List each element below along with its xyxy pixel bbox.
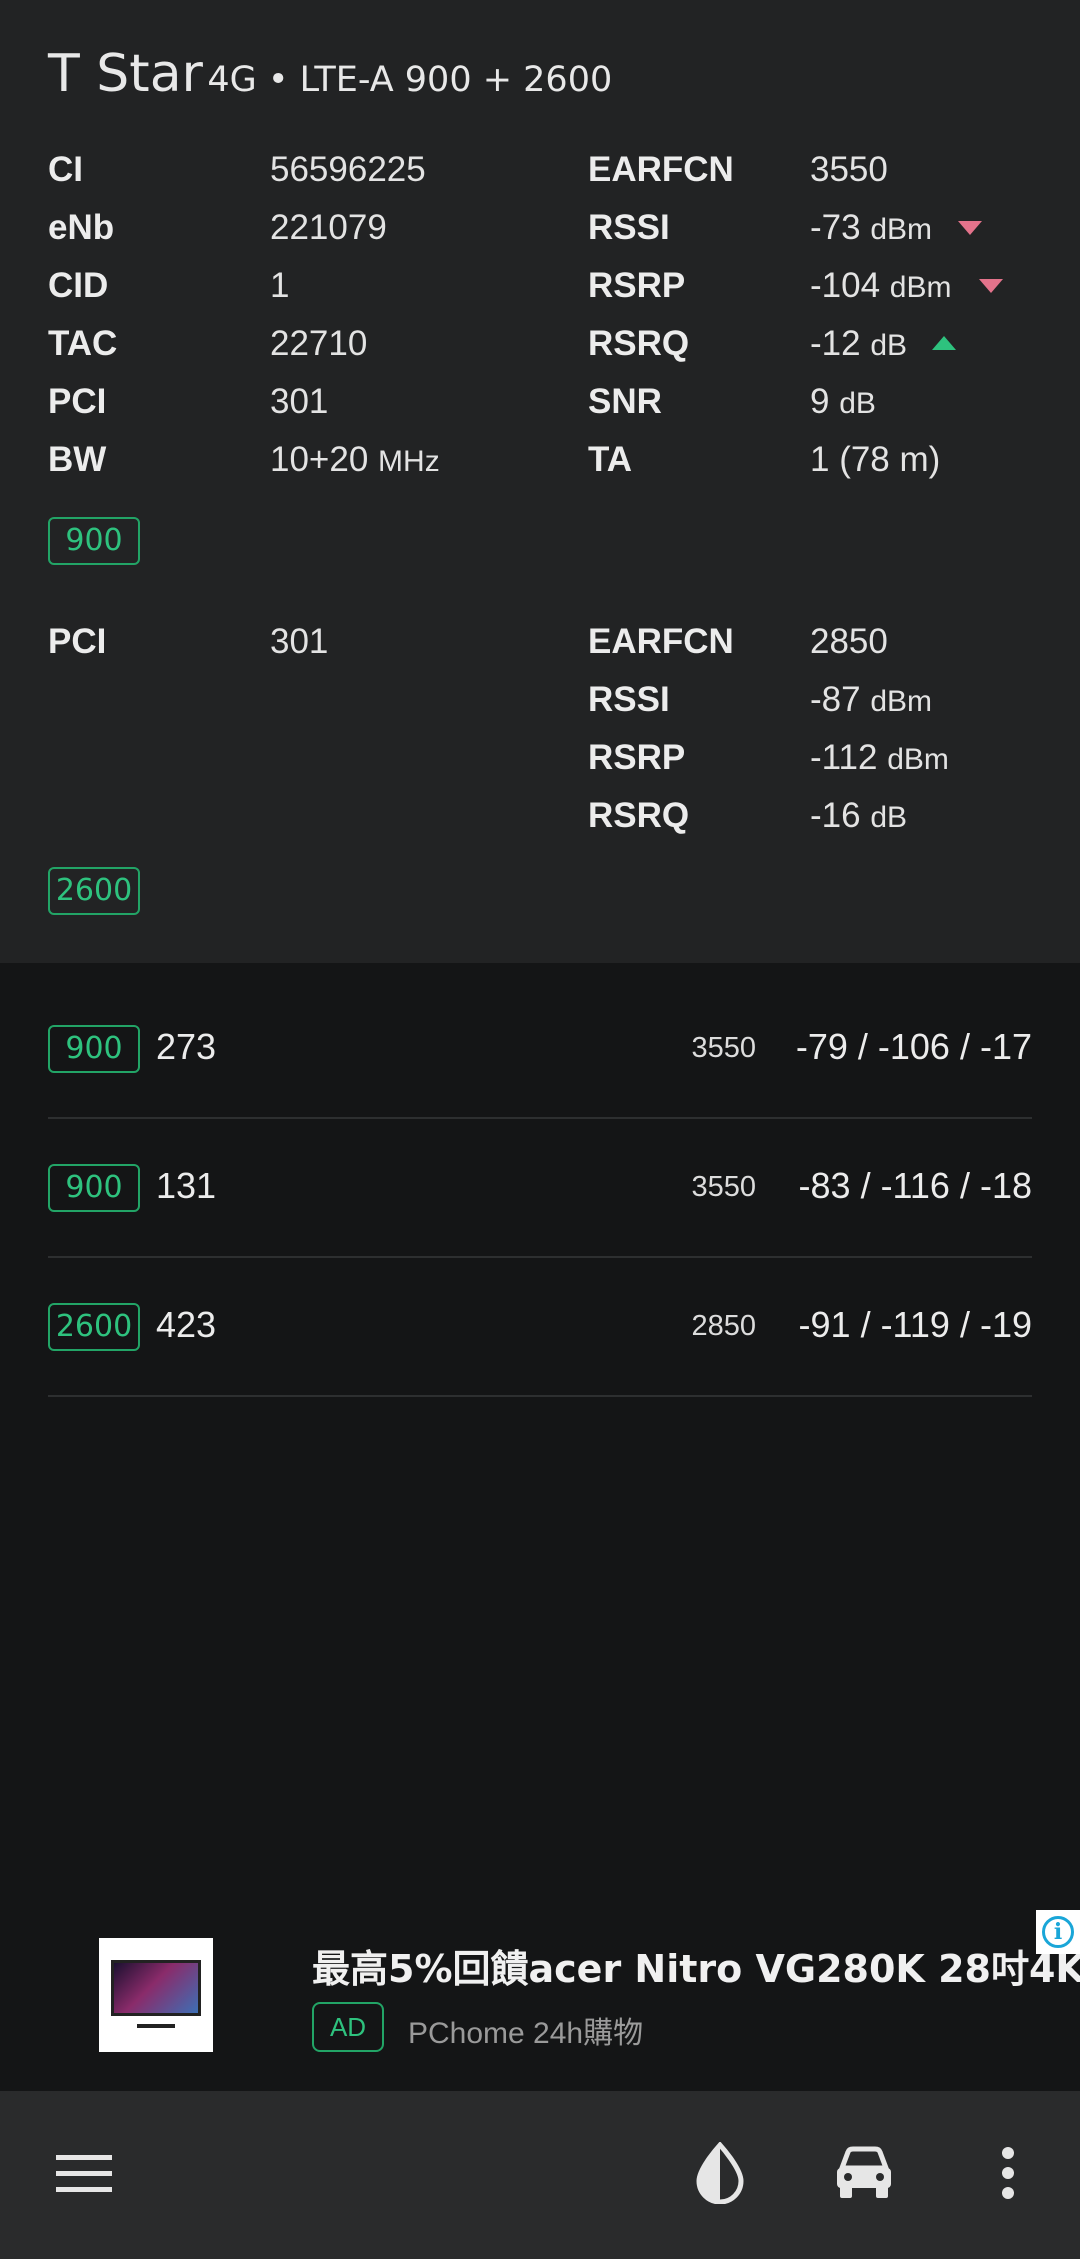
value-snr-wrap: 9 dB — [810, 382, 876, 424]
label-scell-rsrp: RSRP — [588, 738, 686, 777]
neighbour-pci: 273 — [156, 1026, 217, 1067]
label-rssi: RSSI — [588, 208, 670, 247]
trend-down-icon — [958, 221, 982, 235]
label-scell-rssi: RSSI — [588, 680, 670, 719]
label-scell-pci: PCI — [48, 622, 107, 661]
ad-title[interactable]: 最高5%回饋acer Nitro VG280K 28吋4K — [312, 1938, 1080, 1993]
monitor-stand — [137, 2018, 175, 2028]
technology-label: 4G • LTE-A 900 + 2600 — [207, 60, 613, 100]
neighbour-row[interactable]: 2600 423 2850 -91 / -119 / -19 — [48, 1258, 1032, 1397]
neighbour-signal: -91 / -119 / -19 — [798, 1304, 1032, 1345]
value-cid: 1 — [270, 266, 290, 305]
water-drop-icon — [696, 2142, 744, 2204]
unit-rssi: dBm — [870, 213, 933, 246]
neighbour-earfcn: 3550 — [691, 1171, 756, 1203]
monitor-image — [111, 1960, 201, 2016]
label-scell-rsrq: RSRQ — [588, 796, 690, 835]
neighbour-signal: -79 / -106 / -17 — [795, 1026, 1032, 1067]
value-scell-rsrq: -16 — [810, 796, 861, 835]
unit-bw: MHz — [378, 445, 440, 478]
value-earfcn: 3550 — [810, 150, 888, 189]
value-rssi: -73 — [810, 208, 861, 247]
label-rsrq: RSRQ — [588, 324, 690, 363]
operator-name: T Star — [48, 44, 203, 104]
value-scell-earfcn: 2850 — [810, 622, 888, 661]
band-badge: 900 — [48, 517, 140, 565]
label-cid: CID — [48, 266, 109, 305]
value-scell-pci: 301 — [270, 622, 329, 661]
value-rssi-wrap: -73 dBm — [810, 208, 932, 250]
value-pci: 301 — [270, 382, 329, 421]
value-rsrp-wrap: -104 dBm — [810, 266, 951, 308]
value-scell-rssi: -87 — [810, 680, 861, 719]
info-icon: i — [1042, 1916, 1074, 1948]
band-badge: 900 — [48, 1025, 140, 1073]
label-earfcn: EARFCN — [588, 150, 734, 189]
value-rsrq: -12 — [810, 324, 861, 363]
car-icon — [837, 2146, 891, 2198]
unit-scell-rsrq: dB — [870, 801, 908, 834]
label-bw: BW — [48, 440, 107, 479]
serving-cell-card: T Star 4G • LTE-A 900 + 2600 CI 56596225… — [0, 0, 1080, 963]
label-snr: SNR — [588, 382, 662, 421]
value-rsrp: -104 — [810, 266, 881, 305]
value-ci: 56596225 — [270, 150, 426, 189]
band-badge: 900 — [48, 1164, 140, 1212]
ad-source[interactable]: PChome 24h購物 — [408, 2008, 643, 2052]
unit-rsrq: dB — [870, 329, 908, 362]
unit-rsrp: dBm — [889, 271, 952, 304]
value-snr: 9 — [810, 382, 830, 421]
bottom-bar — [0, 2091, 1080, 2259]
value-enb: 221079 — [270, 208, 387, 247]
value-scell-rsrq-wrap: -16 dB — [810, 796, 907, 838]
neighbour-signal: -83 / -116 / -18 — [798, 1165, 1032, 1206]
unit-scell-rsrp: dBm — [887, 743, 949, 776]
theme-button[interactable] — [678, 2131, 762, 2215]
trend-up-icon — [932, 336, 956, 350]
menu-button[interactable] — [42, 2131, 126, 2215]
neighbour-row[interactable]: 900 131 3550 -83 / -116 / -18 — [48, 1119, 1032, 1258]
more-vert-icon — [1002, 2147, 1014, 2199]
ad-image[interactable] — [99, 1938, 213, 2052]
value-ta: 1 (78 m) — [810, 440, 941, 479]
label-ci: CI — [48, 150, 83, 189]
neighbour-earfcn: 2850 — [691, 1310, 756, 1342]
unit-snr: dB — [839, 387, 876, 420]
label-tac: TAC — [48, 324, 118, 363]
header-title: T Star 4G • LTE-A 900 + 2600 — [48, 44, 612, 104]
label-scell-earfcn: EARFCN — [588, 622, 734, 661]
value-scell-rssi-wrap: -87 dBm — [810, 680, 932, 722]
value-scell-rsrp: -112 — [810, 738, 878, 777]
ad-banner[interactable]: 最高5%回饋acer Nitro VG280K 28吋4K AD PChome … — [0, 1890, 1080, 2090]
ad-info-button[interactable]: i — [1036, 1910, 1080, 1954]
trend-down-icon — [979, 279, 1003, 293]
neighbour-pci: 423 — [156, 1304, 217, 1345]
neighbour-pci: 131 — [156, 1165, 217, 1206]
value-tac: 22710 — [270, 324, 368, 363]
value-scell-rsrp-wrap: -112 dBm — [810, 738, 949, 780]
drive-mode-button[interactable] — [822, 2131, 906, 2215]
band-badge: 2600 — [48, 867, 140, 915]
neighbour-row[interactable]: 900 273 3550 -79 / -106 / -17 — [48, 980, 1032, 1119]
value-bw-wrap: 10+20 MHz — [270, 440, 440, 482]
more-button[interactable] — [966, 2131, 1050, 2215]
label-enb: eNb — [48, 208, 115, 247]
label-pci: PCI — [48, 382, 107, 421]
menu-icon — [56, 2155, 112, 2192]
neighbour-earfcn: 3550 — [691, 1032, 756, 1064]
ad-badge: AD — [312, 2002, 384, 2052]
value-rsrq-wrap: -12 dB — [810, 324, 907, 366]
band-badge: 2600 — [48, 1303, 140, 1351]
value-bw: 10+20 — [270, 440, 369, 479]
unit-scell-rssi: dBm — [870, 685, 933, 718]
label-ta: TA — [588, 440, 633, 479]
label-rsrp: RSRP — [588, 266, 686, 305]
